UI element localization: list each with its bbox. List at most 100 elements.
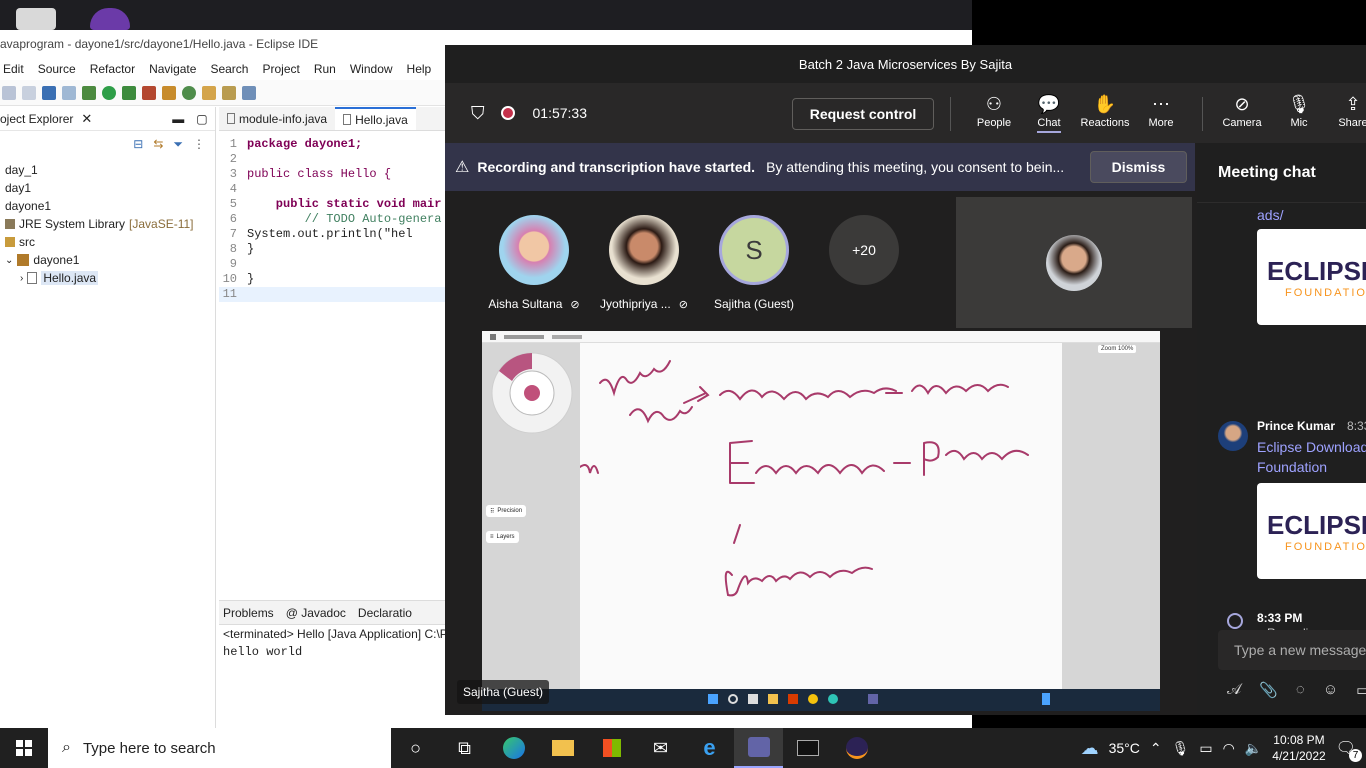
chevron-up-icon[interactable]: ⌃ <box>1150 740 1162 757</box>
coverage-icon[interactable] <box>122 85 136 100</box>
wifi-icon[interactable]: ◠ <box>1223 740 1235 757</box>
chevron-right-icon[interactable]: › <box>20 273 23 284</box>
tree-item-jre-library[interactable]: JRE System Library [JavaSE-11] <box>0 215 215 233</box>
teams-icon[interactable] <box>734 728 783 768</box>
skip-breakpoints-icon[interactable] <box>62 85 76 100</box>
tree-item-day1[interactable]: day1 <box>0 179 215 197</box>
clock[interactable]: 10:08 PM 4/21/2022 <box>1272 732 1325 764</box>
edge-icon[interactable] <box>489 728 538 768</box>
tree-item-src[interactable]: src <box>0 233 215 251</box>
tree-item-dayone1[interactable]: dayone1 <box>0 197 215 215</box>
store-icon[interactable] <box>587 728 636 768</box>
eclipse-logo-sub: FOUNDATION <box>1285 540 1366 553</box>
search-tool-icon[interactable] <box>222 85 236 100</box>
tab-javadoc[interactable]: @ Javadoc <box>286 606 346 620</box>
link-preview-card[interactable]: ECLIPSE FOUNDATION <box>1257 229 1366 325</box>
menu-source[interactable]: Source <box>31 62 83 76</box>
chrome-icon <box>808 694 818 704</box>
menu-project[interactable]: Project <box>255 62 306 76</box>
menu-refactor[interactable]: Refactor <box>83 62 142 76</box>
people-button[interactable]: ⚇ People <box>966 91 1022 139</box>
link-preview-card[interactable]: ECLIPSE FOUNDATION <box>1257 483 1366 579</box>
layers-button[interactable]: ≡ Layers <box>486 531 519 543</box>
mic-button[interactable]: 🎙 Mic <box>1271 91 1327 139</box>
tab-problems[interactable]: Problems <box>223 606 274 620</box>
temperature[interactable]: 35°C <box>1109 740 1140 756</box>
external-tools-icon[interactable] <box>142 85 156 100</box>
eclipse-icon[interactable] <box>832 728 881 768</box>
tab-module-info[interactable]: module-info.java <box>219 107 335 130</box>
tree-item-package-dayone1[interactable]: ⌄ dayone1 <box>0 251 215 269</box>
terminal-icon[interactable] <box>783 728 832 768</box>
filter-icon[interactable]: ⏷ <box>173 137 183 152</box>
code-area[interactable]: 1 package dayone1; 2 3 public class Hello … <box>219 131 447 302</box>
menu-run[interactable]: Run <box>307 62 343 76</box>
participant-tile[interactable]: Aisha Sultana ⊘ <box>484 215 584 311</box>
attach-icon[interactable]: 📎 <box>1259 681 1278 699</box>
close-icon[interactable]: ✕ <box>81 111 92 127</box>
view-menu-icon[interactable]: ⋮ <box>193 137 205 151</box>
tree-item-day_1[interactable]: day_1 <box>0 161 215 179</box>
start-button[interactable] <box>0 728 48 768</box>
tree-item-hello-java[interactable]: › Hello.java <box>0 269 215 287</box>
more-participants-button[interactable]: +20 <box>814 215 914 285</box>
share-button[interactable]: ⇪ Share <box>1325 91 1366 139</box>
menu-search[interactable]: Search <box>203 62 255 76</box>
run-icon[interactable] <box>102 85 116 100</box>
task-view-icon[interactable]: ⧉ <box>440 728 489 768</box>
format-icon[interactable]: 𝒜 <box>1227 681 1241 699</box>
chat-message-input[interactable]: Type a new message <box>1218 630 1366 670</box>
gif-icon[interactable]: ▭ <box>1356 681 1366 699</box>
participant-tile[interactable]: S Sajitha (Guest) <box>704 215 804 311</box>
recycle-bin-icon[interactable] <box>16 8 56 30</box>
chat-link[interactable]: Eclipse Download Foundation <box>1257 437 1366 477</box>
menu-navigate[interactable]: Navigate <box>142 62 203 76</box>
taskbar-search[interactable]: ⌕ Type here to search <box>48 728 391 768</box>
file-explorer-icon[interactable] <box>538 728 587 768</box>
dismiss-button[interactable]: Dismiss <box>1090 151 1187 183</box>
chevron-down-icon[interactable]: ⌄ <box>5 255 13 266</box>
collapse-all-icon[interactable]: ⊟ <box>133 137 143 151</box>
shield-icon[interactable]: ⛉ <box>471 103 485 124</box>
chat-message: Prince Kumar 8:33 Eclipse Download Found… <box>1257 419 1366 579</box>
notifications-icon[interactable]: 🗨 7 <box>1336 738 1362 762</box>
tab-hello-java[interactable]: Hello.java <box>335 107 416 130</box>
maximize-icon[interactable]: ▢ <box>196 112 207 126</box>
debug-icon[interactable] <box>82 85 96 100</box>
volume-icon[interactable]: 🔈 <box>1245 740 1262 757</box>
open-type-icon[interactable] <box>202 85 216 100</box>
next-annotation-icon[interactable] <box>242 85 256 100</box>
emoji-icon[interactable]: ☺ <box>1323 681 1338 699</box>
save-icon[interactable] <box>2 85 16 100</box>
project-explorer-tab[interactable]: oject Explorer ✕ ▬ ▢ <box>0 107 215 131</box>
minimize-icon[interactable]: ▬ <box>172 112 184 126</box>
internet-explorer-icon[interactable]: e <box>685 728 734 768</box>
camera-button[interactable]: ⊘ Camera <box>1214 91 1270 139</box>
link-with-editor-icon[interactable]: ⇆ <box>153 137 163 151</box>
more-button[interactable]: ⋯ More <box>1133 91 1189 139</box>
battery-icon[interactable]: ▭ <box>1199 740 1212 757</box>
menu-help[interactable]: Help <box>400 62 439 76</box>
request-control-button[interactable]: Request control <box>792 98 934 130</box>
mail-icon[interactable]: ✉ <box>636 728 685 768</box>
console-status: <terminated> Hello [Java Application] C:… <box>223 627 448 641</box>
loop-icon[interactable]: ◌ <box>1296 681 1305 699</box>
cortana-icon[interactable]: ○ <box>391 728 440 768</box>
chat-link[interactable]: ads/ <box>1257 207 1366 223</box>
new-package-icon[interactable] <box>162 85 176 100</box>
shared-screen[interactable]: ⠿ Precision ≡ Layers Zoom 100% <box>482 331 1160 711</box>
self-video-tile[interactable] <box>956 197 1192 328</box>
menu-window[interactable]: Window <box>343 62 400 76</box>
new-class-icon[interactable] <box>182 85 196 100</box>
participant-tile[interactable]: Jyothipriya ... ⊘ <box>594 215 694 311</box>
tab-declaration[interactable]: Declaratio <box>358 606 412 620</box>
terminal-icon[interactable] <box>42 85 56 100</box>
menu-edit[interactable]: Edit <box>0 62 31 76</box>
cloud-icon[interactable]: ☁ <box>1081 738 1099 759</box>
chat-button[interactable]: 💬 Chat <box>1021 91 1077 139</box>
precision-button[interactable]: ⠿ Precision <box>486 505 527 517</box>
microphone-icon[interactable]: 🎙 <box>1172 740 1190 757</box>
save-all-icon[interactable] <box>22 85 36 100</box>
desktop-app-icon[interactable] <box>90 8 130 30</box>
reactions-button[interactable]: ✋ Reactions <box>1077 91 1133 139</box>
